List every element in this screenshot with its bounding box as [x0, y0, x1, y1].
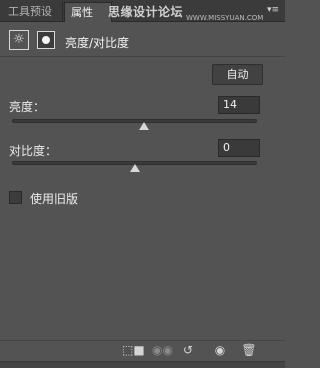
- use-legacy-label: 使用旧版: [30, 192, 79, 206]
- contrast-value-field[interactable]: 0: [218, 139, 260, 157]
- brightness-slider-track[interactable]: [12, 119, 257, 123]
- brightness-label: 亮度：: [9, 100, 46, 114]
- clip-to-layer-icon[interactable]: ⬚■: [122, 343, 145, 357]
- watermark-url: WWW.MISSYUAN.COM: [186, 14, 264, 22]
- tab-tool-presets[interactable]: 工具预设: [2, 2, 63, 21]
- brightness-value-field[interactable]: 14: [218, 96, 260, 114]
- view-previous-state-icon[interactable]: ◉◉: [152, 343, 173, 357]
- brightness-contrast-icon[interactable]: ☼: [9, 30, 29, 50]
- layer-mask-icon[interactable]: [37, 31, 55, 49]
- watermark-text: 思缘设计论坛: [108, 5, 184, 19]
- trash-icon[interactable]: 🗑: [241, 343, 257, 357]
- panel-menu-icon[interactable]: ▾≡: [267, 5, 279, 15]
- visibility-eye-icon[interactable]: ◉: [212, 343, 228, 357]
- auto-button[interactable]: 自动: [212, 64, 263, 85]
- contrast-slider-thumb[interactable]: [129, 164, 140, 172]
- reset-icon[interactable]: ↺: [180, 343, 196, 357]
- tab-properties[interactable]: 属性: [64, 2, 112, 22]
- brightness-slider-thumb[interactable]: [139, 122, 150, 130]
- contrast-label: 对比度：: [9, 144, 58, 158]
- use-legacy-checkbox[interactable]: [9, 191, 22, 204]
- panel-title: 亮度/对比度: [65, 36, 130, 50]
